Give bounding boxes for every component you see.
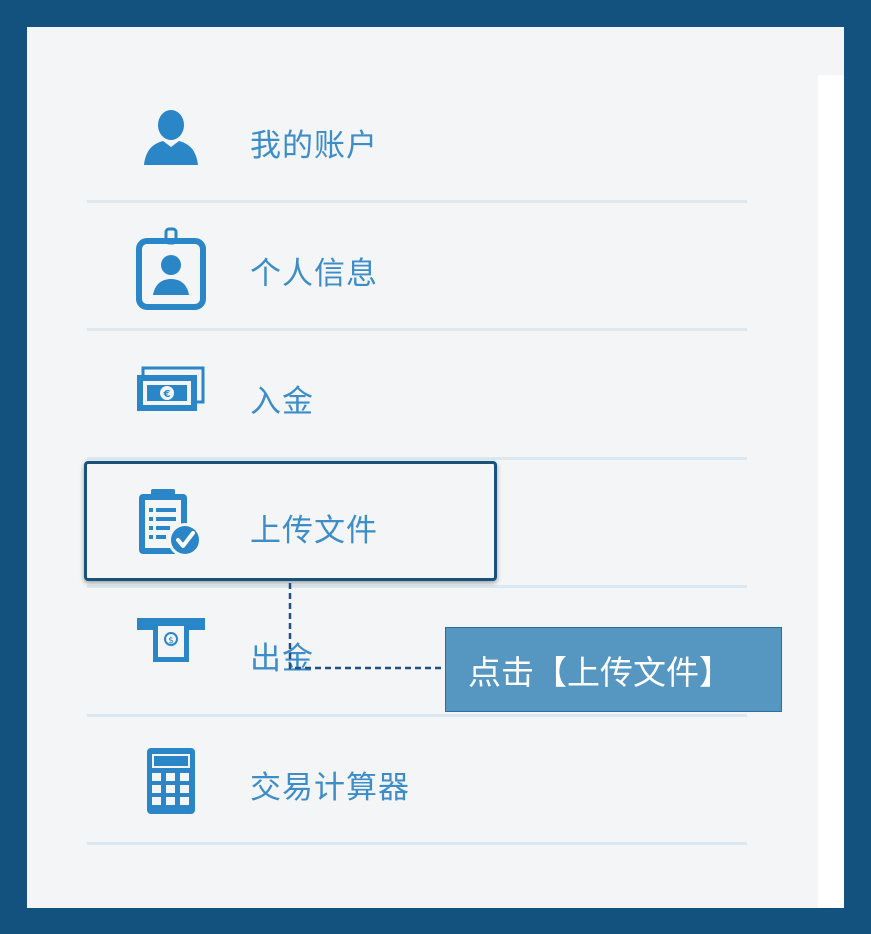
menu-item-my-account[interactable]: 我的账户 xyxy=(87,75,747,203)
user-icon xyxy=(135,97,207,177)
clipboard-check-icon xyxy=(135,484,207,564)
menu-item-upload-documents[interactable]: 上传文件 xyxy=(87,460,747,588)
menu-label: 交易计算器 xyxy=(250,770,410,806)
money-icon: € xyxy=(135,351,207,431)
instruction-callout: 点击【上传文件】 xyxy=(445,627,782,712)
svg-text:€: € xyxy=(163,389,171,400)
callout-text: 点击【上传文件】 xyxy=(468,652,732,692)
menu-label: 出金 xyxy=(250,641,314,677)
id-badge-icon xyxy=(135,227,207,310)
menu-item-deposit[interactable]: € 入金 xyxy=(87,331,747,459)
menu-label: 入金 xyxy=(250,384,314,420)
calculator-icon xyxy=(135,741,207,821)
menu-label: 我的账户 xyxy=(250,128,378,164)
divider xyxy=(87,842,747,845)
svg-text:$: $ xyxy=(168,636,174,646)
content-edge xyxy=(818,75,844,908)
menu-item-personal-info[interactable]: 个人信息 xyxy=(87,203,747,331)
menu-item-trading-calculator[interactable]: 交易计算器 xyxy=(87,717,747,845)
atm-withdraw-icon: $ xyxy=(135,602,207,682)
menu-label: 上传文件 xyxy=(250,513,378,549)
menu-label: 个人信息 xyxy=(250,256,378,292)
